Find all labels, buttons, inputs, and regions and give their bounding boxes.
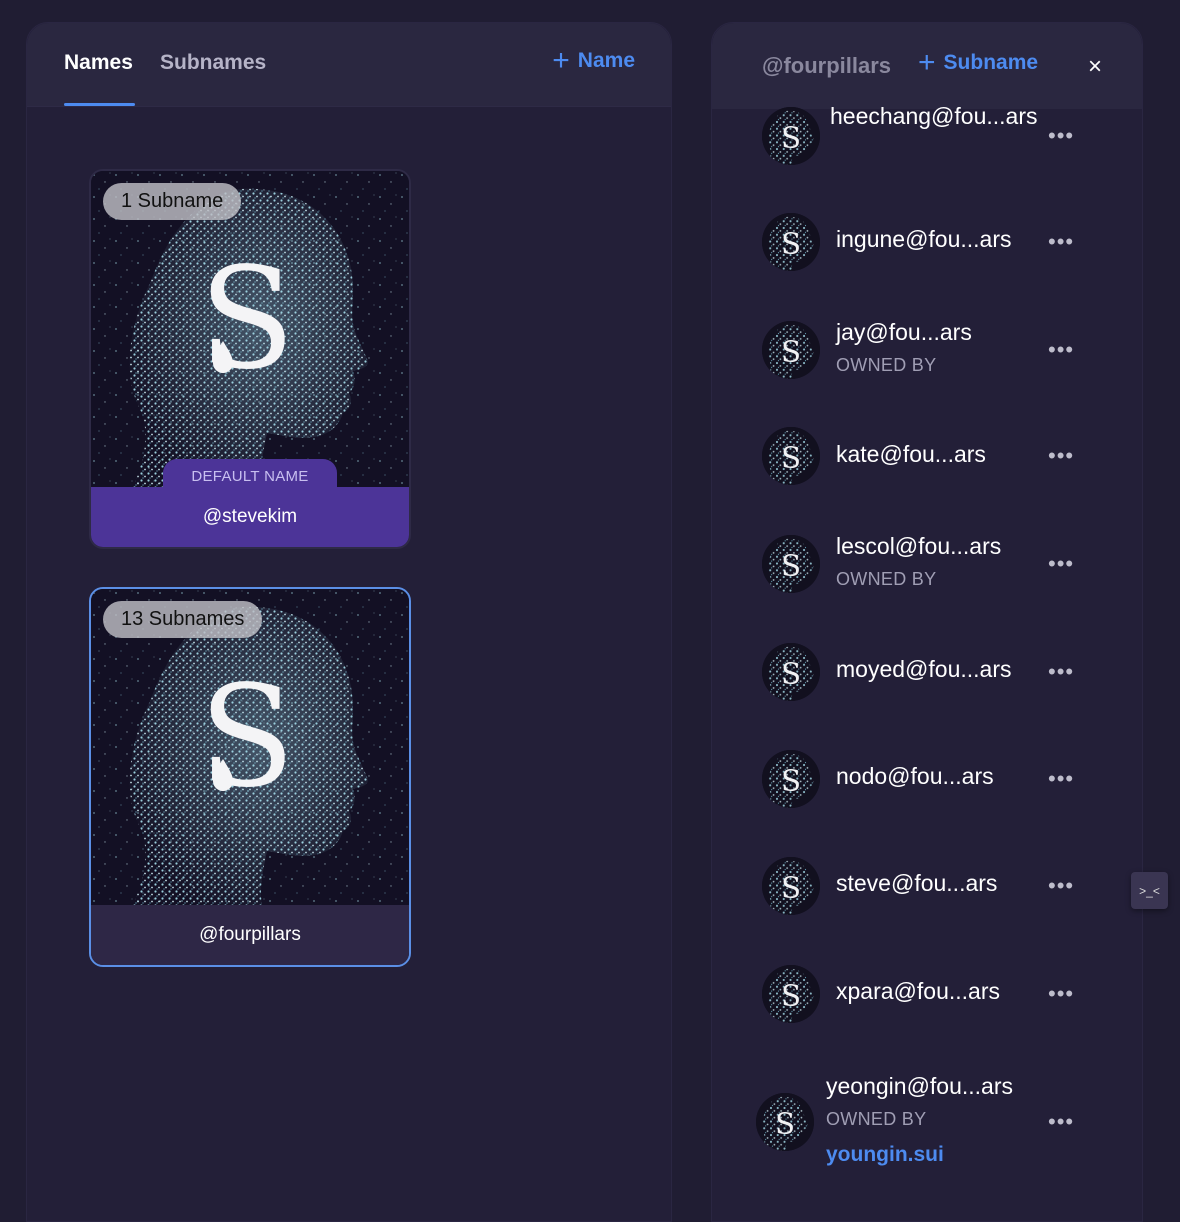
more-options-icon[interactable]: ••• <box>1048 443 1074 469</box>
more-options-icon[interactable]: ••• <box>1048 551 1074 577</box>
more-options-icon[interactable]: ••• <box>1048 229 1074 255</box>
subname-count-badge: 1 Subname <box>103 183 242 220</box>
list-item[interactable]: nodo@fou...ars ••• <box>712 750 1142 820</box>
avatar <box>762 857 820 915</box>
avatar <box>762 213 820 271</box>
subname-label: yeongin@fou...ars <box>826 1073 1014 1099</box>
add-subname-label: Subname <box>943 51 1039 74</box>
list-item[interactable]: yeongin@fou...ars OWNED BY youngin.sui •… <box>712 1069 1142 1179</box>
tab-subnames[interactable]: Subnames <box>160 51 266 75</box>
subname-label: xpara@fou...ars <box>836 978 1000 1004</box>
close-icon[interactable]: × <box>1088 53 1102 81</box>
more-options-icon[interactable]: ••• <box>1048 123 1074 149</box>
subname-label: kate@fou...ars <box>836 441 986 467</box>
list-item[interactable]: heechang@fou...ars ••• <box>712 103 1142 207</box>
dev-tools-widget-icon[interactable]: >_< <box>1131 872 1168 909</box>
tab-names[interactable]: Names <box>64 51 133 75</box>
list-item[interactable]: kate@fou...ars ••• <box>712 427 1142 497</box>
avatar <box>762 535 820 593</box>
subname-label: jay@fou...ars <box>836 319 972 345</box>
list-item[interactable]: xpara@fou...ars ••• <box>712 965 1142 1035</box>
subname-label: steve@fou...ars <box>836 870 998 896</box>
plus-icon: + <box>918 46 936 79</box>
subname-label: lescol@fou...ars <box>836 533 1002 559</box>
subname-label: heechang@fou...ars <box>830 103 1038 129</box>
list-item[interactable]: ingune@fou...ars ••• <box>712 213 1142 283</box>
avatar <box>762 107 820 165</box>
list-item[interactable]: moyed@fou...ars ••• <box>712 643 1142 713</box>
add-name-label: Name <box>577 49 635 72</box>
owned-by-label: OWNED BY <box>836 569 937 589</box>
list-item[interactable]: lescol@fou...ars OWNED BY ••• <box>712 533 1142 603</box>
more-options-icon[interactable]: ••• <box>1048 766 1074 792</box>
subname-count-badge: 13 Subnames <box>103 601 263 638</box>
list-item[interactable]: jay@fou...ars OWNED BY ••• <box>712 319 1142 389</box>
subnames-panel-header: @fourpillars + Subname × <box>712 23 1142 109</box>
card-name: @stevekim <box>91 487 409 547</box>
more-options-icon[interactable]: ••• <box>1048 981 1074 1007</box>
plus-icon: + <box>552 44 570 77</box>
owned-by-label: OWNED BY <box>836 355 937 375</box>
parent-name-title: @fourpillars <box>762 53 892 78</box>
more-options-icon[interactable]: ••• <box>1048 873 1074 899</box>
names-panel-header: Names Subnames + Name <box>27 23 671 107</box>
active-tab-indicator <box>64 103 135 106</box>
avatar <box>762 965 820 1023</box>
more-options-icon[interactable]: ••• <box>1048 1109 1074 1135</box>
avatar <box>762 321 820 379</box>
name-card-stevekim[interactable]: 1 Subname DEFAULT NAME @stevekim <box>89 169 411 549</box>
subname-label: moyed@fou...ars <box>836 656 1012 682</box>
avatar <box>762 643 820 701</box>
avatar <box>756 1093 814 1151</box>
subnames-panel: @fourpillars + Subname × heechang@fou...… <box>711 22 1143 1222</box>
list-item[interactable]: steve@fou...ars ••• <box>712 857 1142 927</box>
subname-label: nodo@fou...ars <box>836 763 994 789</box>
subname-label: ingune@fou...ars <box>836 226 1012 252</box>
names-panel: Names Subnames + Name 1 Subname DEFAULT … <box>26 22 672 1222</box>
owned-by-label: OWNED BY <box>826 1109 927 1129</box>
more-options-icon[interactable]: ••• <box>1048 659 1074 685</box>
name-card-fourpillars[interactable]: 13 Subnames @fourpillars <box>89 587 411 967</box>
more-options-icon[interactable]: ••• <box>1048 337 1074 363</box>
avatar <box>762 750 820 808</box>
add-name-button[interactable]: + Name <box>552 44 635 77</box>
card-name: @fourpillars <box>91 905 409 965</box>
avatar <box>762 427 820 485</box>
owner-link[interactable]: youngin.sui <box>826 1143 944 1167</box>
add-subname-button[interactable]: + Subname <box>918 46 1039 79</box>
